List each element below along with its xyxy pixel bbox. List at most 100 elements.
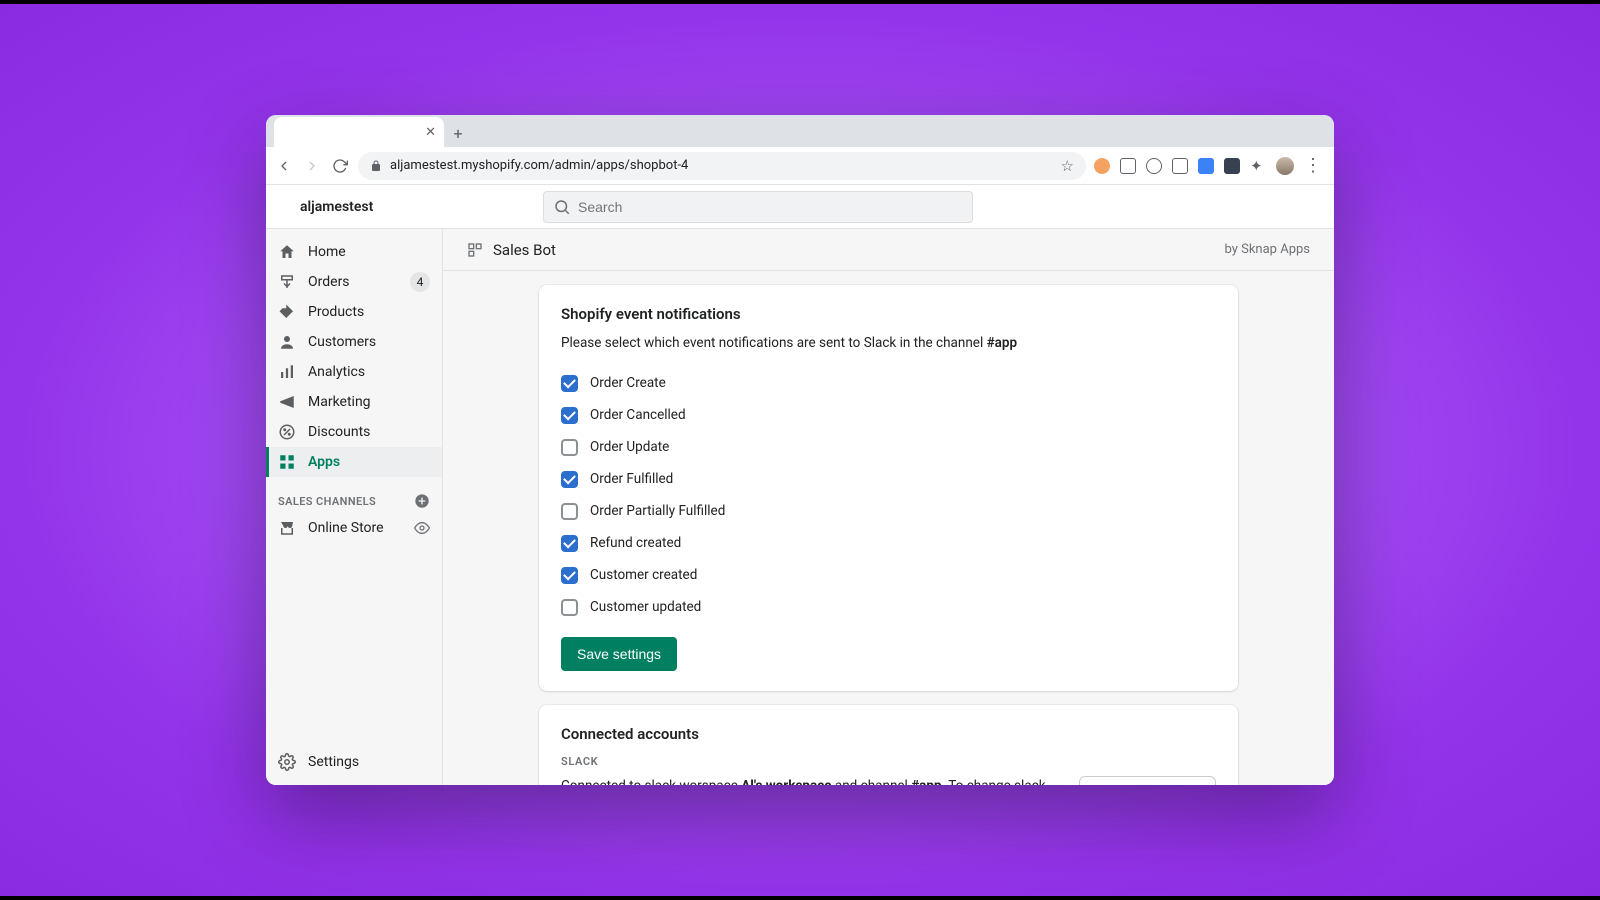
sidebar-item-home[interactable]: Home: [266, 237, 442, 267]
main-area: Sales Bot by Sknap Apps Shopify event no…: [443, 229, 1334, 785]
reload-icon[interactable]: [330, 156, 350, 176]
close-icon[interactable]: ✕: [425, 125, 436, 140]
checkbox[interactable]: [561, 535, 578, 552]
search-icon: [553, 198, 571, 216]
forward-icon[interactable]: [302, 156, 322, 176]
sidebar-item-label: Discounts: [308, 424, 370, 440]
checkbox[interactable]: [561, 567, 578, 584]
sidebar-channels-header: SALES CHANNELS: [266, 477, 442, 513]
checkbox[interactable]: [561, 503, 578, 520]
browser-tabstrip: ✕ +: [266, 115, 1334, 147]
checkbox[interactable]: [561, 471, 578, 488]
notification-option: Customer updated: [561, 591, 1216, 623]
option-label: Customer created: [590, 567, 697, 583]
sidebar-item-label: Home: [308, 244, 346, 260]
sidebar-item-label: Apps: [308, 454, 340, 470]
connected-subheading: SLACK: [561, 755, 1216, 768]
checkbox[interactable]: [561, 439, 578, 456]
ext-icon[interactable]: [1094, 158, 1110, 174]
search-input[interactable]: [543, 191, 973, 223]
home-icon: [278, 243, 296, 261]
browser-window: ✕ + aljamestest.myshopify.com/admin/apps…: [266, 115, 1334, 785]
notification-option: Order Fulfilled: [561, 463, 1216, 495]
products-icon: [278, 303, 296, 321]
orders-icon: [278, 273, 296, 291]
sidebar-item-marketing[interactable]: Marketing: [266, 387, 442, 417]
customers-icon: [278, 333, 296, 351]
connected-heading: Connected accounts: [561, 725, 1216, 743]
sidebar-item-apps[interactable]: Apps: [266, 447, 442, 477]
ext-icon[interactable]: [1146, 158, 1162, 174]
connected-row: Connected to slack worspace Al's workspa…: [561, 776, 1216, 785]
store-icon: [278, 519, 296, 537]
extension-icons: ✦ ⋮: [1094, 155, 1326, 176]
app-author: by Sknap Apps: [1225, 242, 1310, 257]
checkbox[interactable]: [561, 599, 578, 616]
channels-label: SALES CHANNELS: [278, 495, 376, 508]
sidebar-item-label: Settings: [308, 754, 359, 770]
checkbox[interactable]: [561, 375, 578, 392]
sidebar-item-label: Products: [308, 304, 364, 320]
option-label: Order Cancelled: [590, 407, 686, 423]
ext-icon[interactable]: [1198, 158, 1214, 174]
shopify-topbar: aljamestest: [266, 185, 1334, 229]
menu-icon[interactable]: ⋮: [1304, 155, 1322, 176]
extensions-icon[interactable]: ✦: [1250, 158, 1266, 174]
app-icon: [467, 242, 483, 258]
notification-option: Order Partially Fulfilled: [561, 495, 1216, 527]
notifications-heading: Shopify event notifications: [561, 305, 1216, 323]
notifications-desc: Please select which event notifications …: [561, 335, 1216, 351]
sidebar-item-label: Online Store: [308, 520, 384, 536]
back-icon[interactable]: [274, 156, 294, 176]
sidebar-item-label: Analytics: [308, 364, 365, 380]
notifications-card: Shopify event notifications Please selec…: [539, 285, 1238, 691]
browser-tab[interactable]: ✕: [274, 117, 444, 147]
content-scroll[interactable]: Shopify event notifications Please selec…: [443, 271, 1334, 785]
sidebar-item-settings[interactable]: Settings: [266, 747, 442, 777]
discounts-icon: [278, 423, 296, 441]
option-label: Refund created: [590, 535, 681, 551]
notification-option: Order Cancelled: [561, 399, 1216, 431]
option-label: Order Partially Fulfilled: [590, 503, 725, 519]
canvas: ✕ + aljamestest.myshopify.com/admin/apps…: [0, 0, 1600, 900]
browser-toolbar: aljamestest.myshopify.com/admin/apps/sho…: [266, 147, 1334, 185]
add-channel-icon[interactable]: [414, 493, 430, 509]
sidebar-channel-online-store[interactable]: Online Store: [266, 513, 442, 543]
view-icon[interactable]: [414, 520, 430, 536]
option-label: Order Update: [590, 439, 669, 455]
shopify-body: Home Orders 4 Products Customers Analyti…: [266, 229, 1334, 785]
add-to-slack-button[interactable]: Add to Slack: [1079, 776, 1216, 785]
ext-icon[interactable]: [1224, 158, 1240, 174]
notification-option: Order Create: [561, 367, 1216, 399]
apps-icon: [278, 453, 296, 471]
option-label: Order Fulfilled: [590, 471, 673, 487]
notification-option: Refund created: [561, 527, 1216, 559]
sidebar: Home Orders 4 Products Customers Analyti…: [266, 229, 443, 785]
sidebar-item-label: Orders: [308, 274, 350, 290]
checkbox[interactable]: [561, 407, 578, 424]
gear-icon: [278, 753, 296, 771]
notification-option: Customer created: [561, 559, 1216, 591]
sidebar-item-products[interactable]: Products: [266, 297, 442, 327]
save-settings-button[interactable]: Save settings: [561, 637, 677, 671]
search-wrap: [543, 191, 973, 223]
notification-option: Order Update: [561, 431, 1216, 463]
url-text: aljamestest.myshopify.com/admin/apps/sho…: [390, 158, 688, 173]
sidebar-item-analytics[interactable]: Analytics: [266, 357, 442, 387]
analytics-icon: [278, 363, 296, 381]
ext-icon[interactable]: [1120, 158, 1136, 174]
sidebar-item-label: Customers: [308, 334, 376, 350]
star-icon[interactable]: ☆: [1061, 157, 1074, 175]
address-bar[interactable]: aljamestest.myshopify.com/admin/apps/sho…: [358, 152, 1086, 180]
sidebar-item-orders[interactable]: Orders 4: [266, 267, 442, 297]
ext-icon[interactable]: [1172, 158, 1188, 174]
lock-icon: [370, 160, 382, 172]
sidebar-item-customers[interactable]: Customers: [266, 327, 442, 357]
connected-accounts-card: Connected accounts SLACK Connected to sl…: [539, 705, 1238, 785]
sidebar-item-discounts[interactable]: Discounts: [266, 417, 442, 447]
new-tab-button[interactable]: +: [444, 119, 472, 147]
option-label: Order Create: [590, 375, 666, 391]
sidebar-item-label: Marketing: [308, 394, 371, 410]
store-name: aljamestest: [266, 199, 443, 215]
profile-avatar[interactable]: [1276, 157, 1294, 175]
